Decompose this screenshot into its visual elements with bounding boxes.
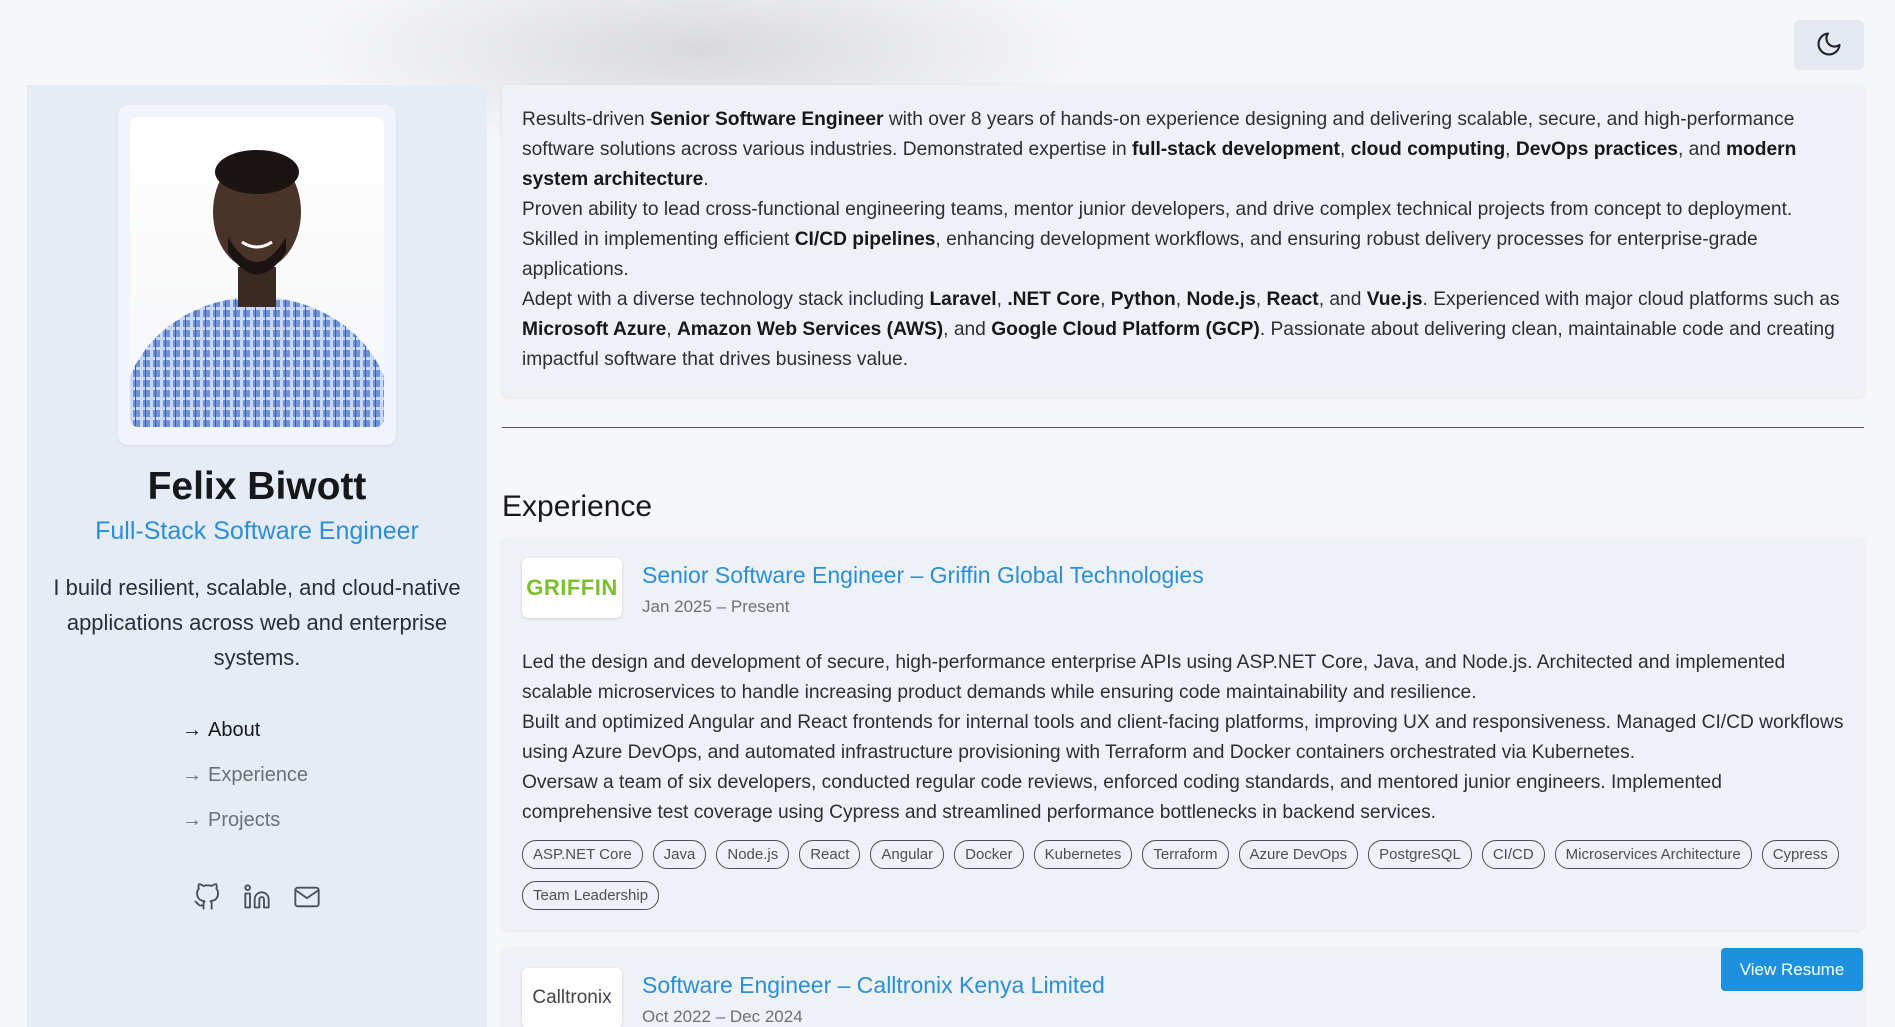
griffin-logo: GRIFFIN [522, 558, 622, 618]
skill-tag: Azure DevOps [1238, 840, 1359, 869]
arrow-icon: → [182, 764, 202, 786]
skill-tag: Java [652, 840, 707, 869]
skill-tag: PostgreSQL [1368, 840, 1472, 869]
skill-tag: React [799, 840, 861, 869]
about-paragraph-1: Results-driven Senior Software Engineer … [522, 109, 1797, 190]
skill-tag: Docker [954, 840, 1024, 869]
arrow-icon: → [182, 809, 202, 831]
experience-header: Calltronix Software Engineer – Calltroni… [522, 968, 1844, 1027]
job-dates: Jan 2025 – Present [642, 597, 790, 616]
section-divider [502, 427, 1864, 428]
skill-tag: Angular [870, 840, 945, 869]
nav-label: Projects [208, 809, 281, 831]
profile-role: Full-Stack Software Engineer [95, 517, 419, 545]
skill-tag: Cypress [1761, 840, 1839, 869]
experience-header: GRIFFIN Senior Software Engineer – Griff… [522, 558, 1844, 618]
theme-toggle-button[interactable] [1794, 20, 1864, 70]
nav-item-experience[interactable]: → Experience [182, 764, 332, 787]
profile-tagline: I build resilient, scalable, and cloud-n… [53, 575, 461, 670]
skill-tags: ASP.NET Core Java Node.js React Angular … [522, 840, 1844, 910]
about-paragraph-2: Proven ability to lead cross-functional … [522, 199, 1793, 280]
social-links [192, 882, 322, 912]
skill-tag: Team Leadership [522, 881, 660, 910]
experience-card: GRIFFIN Senior Software Engineer – Griff… [502, 538, 1864, 930]
sidebar: Felix Biwott Full-Stack Software Enginee… [27, 85, 487, 1027]
avatar-frame [118, 105, 396, 445]
nav-label: Experience [208, 764, 309, 786]
about-paragraph-3: Adept with a diverse technology stack in… [522, 289, 1840, 370]
skill-tag: Kubernetes [1033, 840, 1133, 869]
calltronix-logo: Calltronix [522, 968, 622, 1027]
sidebar-nav: → About → Experience → Projects [182, 719, 332, 832]
job-dates: Oct 2022 – Dec 2024 [642, 1007, 803, 1026]
mail-icon[interactable] [292, 882, 322, 912]
job-title-link[interactable]: Software Engineer – Calltronix Kenya Lim… [642, 972, 1105, 999]
job-title-link[interactable]: Senior Software Engineer – Griffin Globa… [642, 562, 1204, 589]
skill-tag: Terraform [1142, 840, 1229, 869]
arrow-icon: → [182, 719, 202, 741]
experience-card: Calltronix Software Engineer – Calltroni… [502, 948, 1864, 1027]
skill-tag: ASP.NET Core [522, 840, 643, 869]
skill-tag: Node.js [716, 840, 790, 869]
nav-item-projects[interactable]: → Projects [182, 809, 332, 832]
nav-label: About [208, 719, 261, 741]
skill-tag: CI/CD [1481, 840, 1545, 869]
experience-heading: Experience [502, 490, 653, 523]
job-description: Led the design and development of secure… [522, 652, 1844, 823]
github-icon[interactable] [192, 882, 222, 912]
avatar [130, 117, 384, 427]
nav-item-about[interactable]: → About [182, 719, 332, 742]
view-resume-button[interactable]: View Resume [1721, 948, 1863, 991]
about-card: Results-driven Senior Software Engineer … [502, 85, 1864, 397]
main-content: Results-driven Senior Software Engineer … [502, 85, 1864, 1027]
moon-icon [1815, 30, 1843, 61]
linkedin-icon[interactable] [242, 882, 272, 912]
skill-tag: Microservices Architecture [1554, 840, 1752, 869]
profile-name: Felix Biwott [147, 465, 367, 508]
